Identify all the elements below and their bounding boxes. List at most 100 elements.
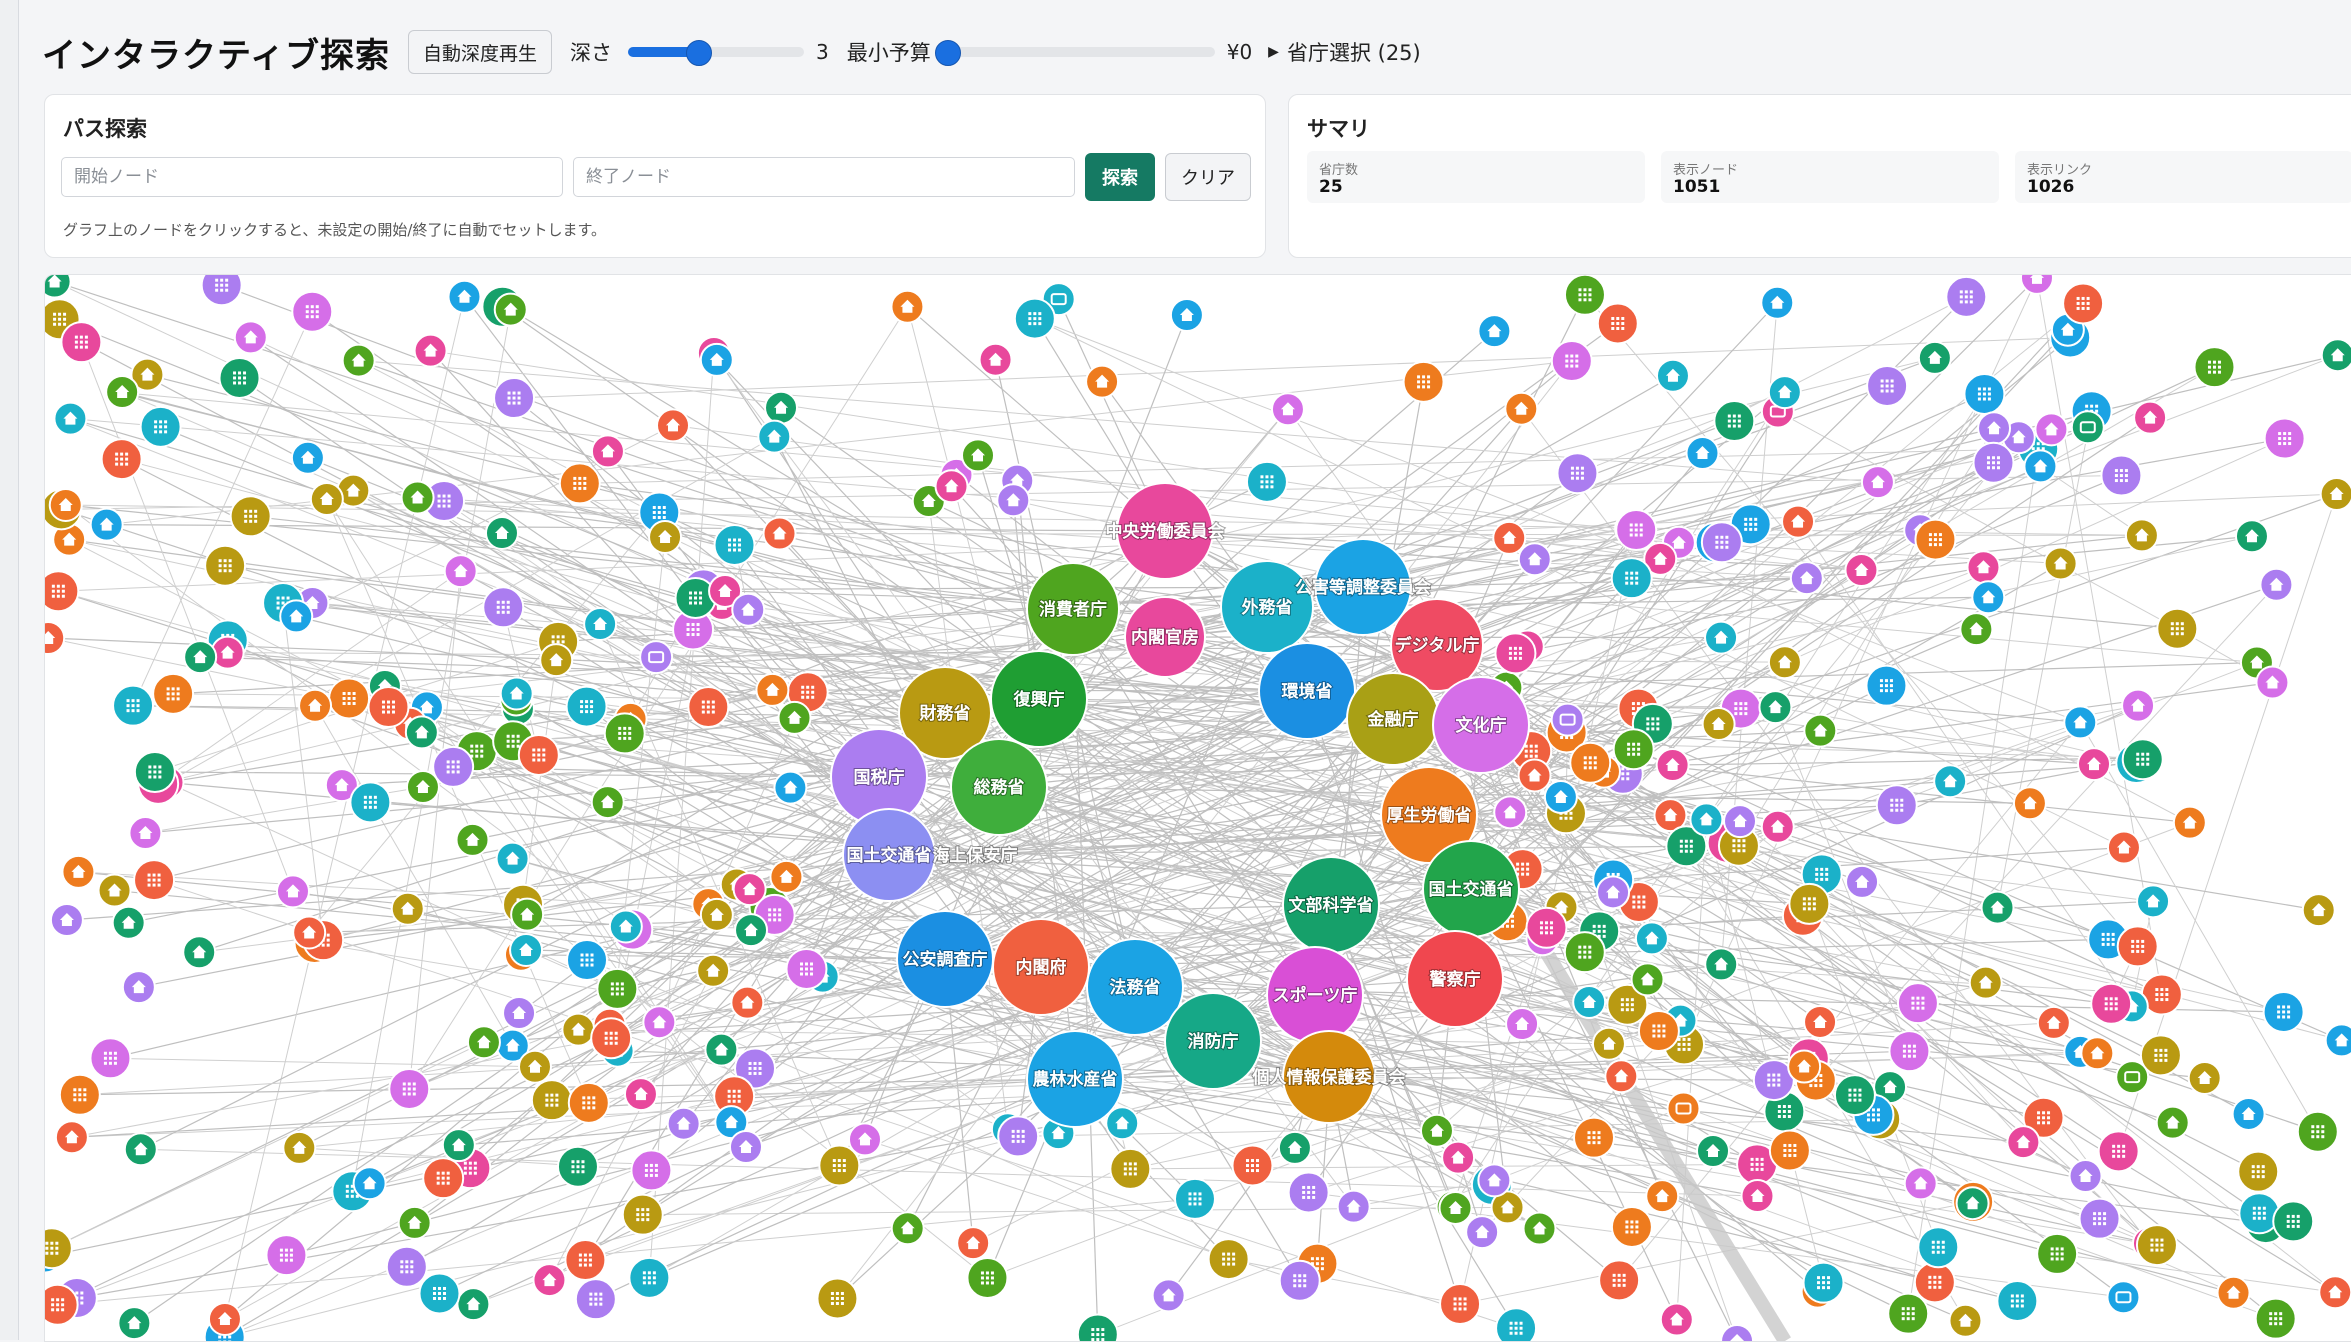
graph-node-grid-icon[interactable]: [1173, 1177, 1216, 1220]
graph-node-home-icon[interactable]: [233, 320, 268, 355]
graph-node-home-icon[interactable]: [608, 909, 643, 944]
graph-node-home-icon[interactable]: [2172, 805, 2207, 840]
graph-node-grid-icon[interactable]: [590, 1017, 633, 1060]
graph-node-home-icon[interactable]: [1903, 1166, 1938, 1201]
graph-node-home-icon[interactable]: [1767, 375, 1802, 410]
graph-node-grid-icon[interactable]: [422, 1157, 465, 1200]
graph-node-home-icon[interactable]: [996, 483, 1031, 518]
graph-node-grid-icon[interactable]: [1287, 1171, 1330, 1214]
graph-node-grid-icon[interactable]: [2036, 1232, 2079, 1275]
graph-node-home-icon[interactable]: [561, 1012, 596, 1047]
graph-node-home-icon[interactable]: [648, 519, 683, 554]
graph-node-home-icon[interactable]: [1438, 1190, 1473, 1225]
graph-node-home-icon[interactable]: [1917, 340, 1952, 375]
agency-node[interactable]: 警察庁: [1406, 930, 1504, 1028]
graph-node-grid-icon[interactable]: [1573, 1116, 1616, 1159]
agency-node[interactable]: 内閣府: [992, 918, 1090, 1016]
graph-node-grid-icon[interactable]: [432, 745, 475, 788]
graph-node-home-icon[interactable]: [890, 289, 925, 324]
agency-node[interactable]: 国土交通省: [1422, 840, 1520, 938]
graph-node-folder-icon[interactable]: [2115, 1060, 2150, 1095]
graph-node-home-icon[interactable]: [53, 401, 88, 436]
graph-node-home-icon[interactable]: [1704, 620, 1739, 655]
agency-node[interactable]: スポーツ庁: [1266, 946, 1364, 1044]
graph-node-grid-icon[interactable]: [1563, 275, 1606, 316]
graph-node-grid-icon[interactable]: [1887, 1292, 1930, 1335]
graph-node-grid-icon[interactable]: [2296, 1110, 2339, 1153]
graph-node-grid-icon[interactable]: [1996, 1279, 2039, 1322]
graph-node-grid-icon[interactable]: [1768, 1129, 1811, 1172]
graph-node-home-icon[interactable]: [390, 891, 425, 926]
graph-node-grid-icon[interactable]: [1013, 297, 1056, 340]
graph-node-home-icon[interactable]: [413, 333, 448, 368]
graph-node-home-icon[interactable]: [484, 515, 519, 550]
graph-node-grid-icon[interactable]: [204, 544, 247, 587]
graph-node-home-icon[interactable]: [105, 374, 140, 409]
graph-node-home-icon[interactable]: [2318, 1275, 2351, 1310]
graph-node-home-icon[interactable]: [1645, 1179, 1680, 1214]
graph-node-home-icon[interactable]: [290, 440, 325, 475]
graph-node-grid-icon[interactable]: [564, 1239, 607, 1282]
agency-node[interactable]: 農林水産省: [1026, 1030, 1124, 1128]
graph-node-grid-icon[interactable]: [89, 1037, 132, 1080]
agency-node[interactable]: 総務省: [950, 738, 1048, 836]
graph-node-home-icon[interactable]: [2301, 893, 2336, 928]
graph-node-home-icon[interactable]: [583, 606, 618, 641]
graph-node-home-icon[interactable]: [279, 599, 314, 634]
graph-node-home-icon[interactable]: [978, 342, 1013, 377]
graph-node-home-icon[interactable]: [441, 1128, 476, 1163]
graph-node-home-icon[interactable]: [89, 507, 124, 542]
graph-node-home-icon[interactable]: [757, 419, 792, 454]
graph-node-grid-icon[interactable]: [349, 781, 392, 824]
graph-node-home-icon[interactable]: [2019, 275, 2054, 295]
graph-node-grid-icon[interactable]: [2116, 925, 2159, 968]
graph-node-grid-icon[interactable]: [388, 1067, 431, 1110]
graph-node-home-icon[interactable]: [2187, 1061, 2222, 1096]
graph-node-home-icon[interactable]: [2121, 688, 2156, 723]
graph-node-grid-icon[interactable]: [1610, 557, 1653, 600]
graph-node-home-icon[interactable]: [1441, 1140, 1476, 1175]
graph-node-grid-icon[interactable]: [1109, 1147, 1152, 1190]
graph-node-home-icon[interactable]: [2324, 1023, 2351, 1058]
graph-node-home-icon[interactable]: [2124, 518, 2159, 553]
graph-node-grid-icon[interactable]: [997, 1115, 1040, 1158]
agency-node[interactable]: 海上保安庁: [932, 844, 1019, 867]
graph-node-home-icon[interactable]: [2023, 449, 2058, 484]
graph-node-grid-icon[interactable]: [2262, 990, 2305, 1033]
graph-node-home-icon[interactable]: [762, 516, 797, 551]
end-node-input[interactable]: [573, 157, 1075, 197]
graph-node-grid-icon[interactable]: [45, 570, 80, 613]
graph-node-home-icon[interactable]: [1767, 645, 1802, 680]
graph-node-home-icon[interactable]: [275, 874, 310, 909]
graph-node-grid-icon[interactable]: [2237, 1150, 2280, 1193]
graph-node-home-icon[interactable]: [2231, 1096, 2266, 1131]
graph-node-home-icon[interactable]: [447, 279, 482, 314]
graph-node-grid-icon[interactable]: [1713, 400, 1756, 443]
graph-node-grid-icon[interactable]: [1598, 1259, 1641, 1302]
agency-node[interactable]: 環境省: [1258, 642, 1356, 740]
graph-node-grid-icon[interactable]: [596, 967, 639, 1010]
graph-node-grid-icon[interactable]: [1439, 1282, 1482, 1325]
graph-node-grid-icon[interactable]: [2090, 982, 2133, 1025]
graph-node-home-icon[interactable]: [1966, 550, 2001, 585]
graph-node-home-icon[interactable]: [456, 1287, 491, 1322]
graph-node-home-icon[interactable]: [755, 672, 790, 707]
graph-node-home-icon[interactable]: [699, 897, 734, 932]
graph-node-folder-icon[interactable]: [2106, 1280, 2141, 1315]
graph-node-home-icon[interactable]: [502, 996, 537, 1031]
graph-node-home-icon[interactable]: [666, 1106, 701, 1141]
graph-node-home-icon[interactable]: [1955, 1186, 1990, 1221]
graph-node-grid-icon[interactable]: [603, 712, 646, 755]
graph-node-home-icon[interactable]: [1591, 1026, 1626, 1061]
graph-node-home-icon[interactable]: [182, 935, 217, 970]
graph-node-home-icon[interactable]: [45, 621, 66, 656]
graph-node-home-icon[interactable]: [2216, 1275, 2251, 1310]
graph-node-home-icon[interactable]: [1689, 802, 1724, 837]
graph-node-home-icon[interactable]: [642, 1005, 677, 1040]
graph-node-grid-icon[interactable]: [1569, 741, 1612, 784]
graph-node-home-icon[interactable]: [1505, 1006, 1540, 1041]
graph-node-home-icon[interactable]: [1465, 1215, 1500, 1250]
graph-node-grid-icon[interactable]: [1610, 1205, 1653, 1248]
graph-node-grid-icon[interactable]: [1945, 275, 1988, 318]
graph-node-home-icon[interactable]: [466, 1025, 501, 1060]
